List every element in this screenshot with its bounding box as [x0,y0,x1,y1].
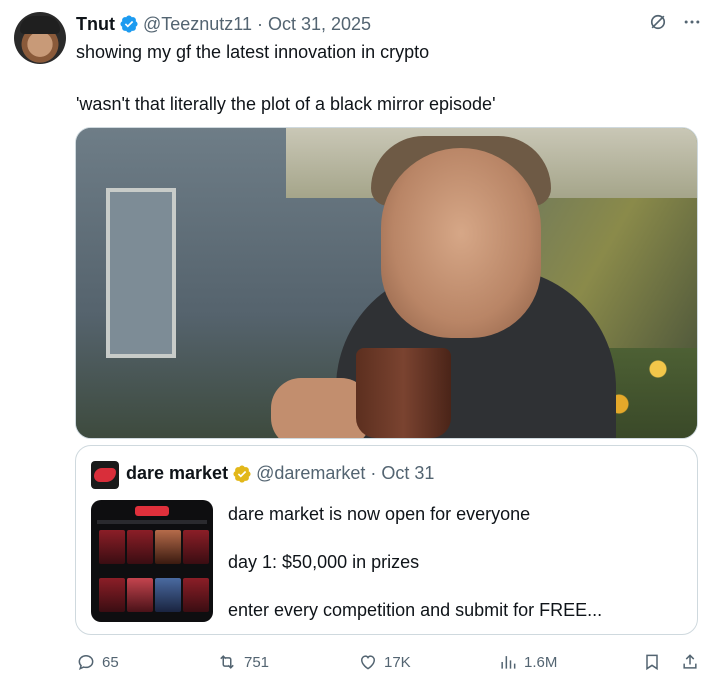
quoted-text-line: dare market is now open for everyone [228,504,531,524]
quoted-tweet-header: dare market @daremarket · Oct 31 [126,463,434,484]
tweet-text-line-2: 'wasn't that literally the plot of a bla… [76,94,496,114]
like-button[interactable]: 17K [358,650,411,674]
gold-verified-badge-icon [232,464,252,484]
quoted-tweet-date: Oct 31 [381,463,435,483]
tweet-header: Tnut @Teeznutz11 · Oct 31, 2025 [76,12,696,36]
tweet-media-image[interactable] [75,127,698,439]
like-count: 17K [384,653,411,671]
views-button[interactable]: 1.6M [498,650,557,674]
thumbnail-tile [155,578,181,612]
quoted-author-avatar[interactable] [91,461,119,489]
thumbnail-navbar [97,520,207,524]
image-mug [356,348,451,438]
thumbnail-tile [127,530,153,564]
views-count: 1.6M [524,653,558,671]
repost-count: 751 [244,653,270,671]
quoted-tweet-text: dare market is now open for everyone day… [228,502,668,646]
quoted-author-name[interactable]: dare market [126,463,228,484]
author-name[interactable]: Tnut [76,14,115,35]
grok-icon[interactable] [648,12,668,32]
reply-button[interactable]: 65 [76,650,119,674]
bookmark-button[interactable] [642,650,662,674]
repost-icon [216,652,238,672]
more-icon[interactable] [682,12,702,32]
author-avatar[interactable] [14,12,66,64]
verified-badge-icon[interactable] [119,14,139,34]
thumbnail-tile [99,530,125,564]
quoted-media-thumbnail[interactable] [91,500,213,622]
image-window [106,188,176,358]
bookmark-icon [642,652,662,672]
thumbnail-tile [155,530,181,564]
reply-count: 65 [102,653,119,671]
thumbnail-tile [127,578,153,612]
reply-icon [76,652,96,672]
separator-dot: · [370,463,377,483]
views-icon [498,652,518,672]
quoted-text-line: day 1: $50,000 in prizes [228,552,420,572]
tweet-date[interactable]: Oct 31, 2025 [268,14,371,35]
avatar-cap-shape [20,16,60,34]
quoted-author-handle: @daremarket [256,463,366,483]
thumbnail-tile [183,578,209,612]
separator-dot: · [257,13,263,34]
thumbnail-tile [183,530,209,564]
like-icon [358,652,378,672]
repost-button[interactable]: 751 [216,650,269,674]
dare-logo-icon [94,468,116,482]
action-bar: 65 751 17K 1.6M [76,650,702,674]
quoted-tweet-card[interactable]: dare market @daremarket · Oct 31 dare ma… [75,445,698,635]
share-icon [680,652,700,672]
author-handle[interactable]: @Teeznutz11 [143,14,252,35]
share-button[interactable] [680,650,700,674]
tweet[interactable]: Tnut @Teeznutz11 · Oct 31, 2025 showing … [0,0,716,688]
thumbnail-logo [135,506,169,516]
top-right-actions [648,12,702,32]
thumbnail-tile [99,578,125,612]
quoted-text-line: enter every competition and submit for F… [228,600,603,620]
image-face [381,148,541,338]
tweet-text-line-1: showing my gf the latest innovation in c… [76,42,430,62]
